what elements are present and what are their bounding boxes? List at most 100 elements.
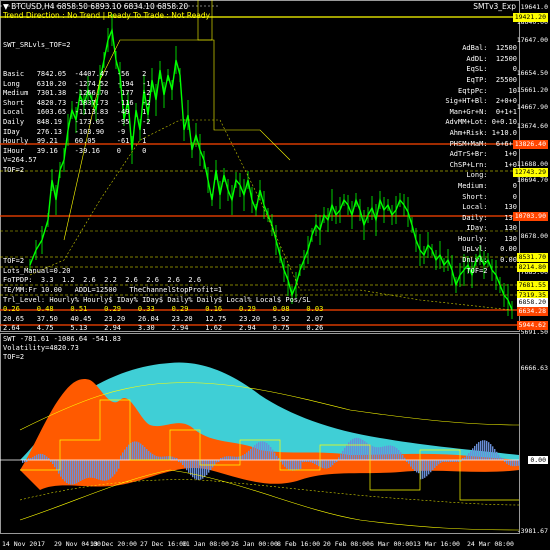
histogram-bar [490,444,492,460]
histogram-bar [398,449,400,460]
histogram-bar [134,441,136,460]
price-level-tag: 19421.20 [512,13,548,22]
price-level-tag: 10703.90 [512,212,548,221]
histogram-bar [182,460,184,465]
histogram-bar [96,460,98,479]
histogram-bar [152,454,154,460]
histogram-bar [466,455,468,460]
histogram-bar [436,460,438,466]
histogram-bar [212,460,214,468]
histogram-bar [228,456,230,460]
histogram-bar [266,443,268,460]
histogram-bar [368,444,370,460]
histogram-bar [362,439,364,460]
histogram-bar [474,445,476,460]
histogram-bar [54,460,56,468]
histogram-bar [410,460,412,467]
sr-table-row: IHour 39.16 -39.16 0 0 [3,146,155,155]
trailing-table-line: TE/MM:Fr 10.00 ADDL=12500 TheChannelStop… [3,285,223,294]
histogram-bar [424,460,426,478]
price-level-tag: 12743.29 [512,168,548,177]
trailing-table-line: 0.26 0.48 0.51 0.29 0.33 0.29 0.16 0.29 … [3,305,324,314]
trend-status-line: Trend Direction : No Trend | Ready To Tr… [3,11,211,20]
symbol-arrow-icon: ▼ [3,2,9,11]
sub-axis-label: 6666.63 [520,364,548,372]
histogram-bar [340,454,342,460]
histogram-bar [128,444,130,460]
histogram-bar [476,443,478,460]
histogram-bar [294,460,296,471]
account-table-row: Hourly: 130 [457,234,517,243]
sr-table-row: Medium 7301.38 -1266.70 -177 -2 [3,89,155,98]
histogram-bar [106,460,108,481]
price-axis-label: 11688.00 [516,160,548,168]
histogram-bar [334,460,336,464]
histogram-bar [380,447,382,460]
histogram-bar [192,460,194,478]
histogram-bar [270,447,272,460]
histogram-bar [470,450,472,460]
price-level-tag: 13826.40 [512,140,548,149]
histogram-bar [274,452,276,460]
histogram-bar [286,460,288,469]
histogram-bar [64,460,66,482]
histogram-bar [422,460,424,479]
histogram-bar [468,453,470,460]
histogram-bar [70,460,72,485]
histogram-bar [432,460,434,471]
histogram-bar [254,445,256,460]
account-table-row: Medium: 0 [457,181,517,190]
histogram-bar [256,443,258,460]
indicator-tag: SMTv3_Exp [473,2,516,11]
histogram-bar [376,447,378,460]
histogram-bar [236,456,238,460]
trailing-table-line: Trl_Level: Hourly% Hourly$ IDay% IDay$ D… [3,295,311,304]
histogram-bar [102,460,104,481]
histogram-bar [518,460,520,466]
histogram-bar [110,460,112,479]
histogram-bar [260,441,262,460]
histogram-bar [98,460,100,480]
histogram-bar [402,454,404,460]
histogram-bar [288,460,290,470]
account-table-row: Ahm+Risk: 1+10.0 [449,128,517,137]
histogram-bar [378,447,380,460]
histogram-bar [506,460,508,464]
histogram-bar [318,460,320,467]
histogram-bar [252,446,254,460]
histogram-bar [42,454,44,460]
price-level-tag: 6858.20 [516,298,548,307]
histogram-bar [164,456,166,460]
histogram-bar [284,460,286,467]
price-level-tag: 6634.28 [516,307,548,316]
histogram-bar [226,456,228,460]
histogram-bar [344,447,346,460]
histogram-bar [386,445,388,460]
histogram-bar [72,460,74,485]
histogram-bar [86,460,88,479]
histogram-bar [34,455,36,460]
histogram-bar [172,456,174,460]
histogram-bar [364,441,366,460]
histogram-bar [400,452,402,460]
histogram-bar [258,442,260,460]
histogram-bar [268,444,270,460]
histogram-bar [230,456,232,460]
histogram-bar [498,454,500,460]
histogram-bar [414,460,416,471]
date-axis-label: 8 Feb 16:00 [277,540,321,548]
histogram-bar [82,460,84,480]
histogram-bar [66,460,68,484]
histogram-bar [354,438,356,460]
trailing-table-line: FoTPDP: 3.3 1.2 2.6 2.2 2.6 2.6 2.6 2.6 [3,276,202,285]
histogram-bar [358,438,360,460]
histogram-bar [108,460,110,480]
histogram-bar [374,446,376,460]
histogram-bar [46,456,48,460]
histogram-bar [146,448,148,460]
histogram-bar [346,444,348,460]
histogram-bar [160,456,162,460]
sr-table-row: TOF=2 [3,165,155,174]
histogram-bar [300,460,302,469]
account-table-row: AdDL: 12500 [466,54,517,63]
